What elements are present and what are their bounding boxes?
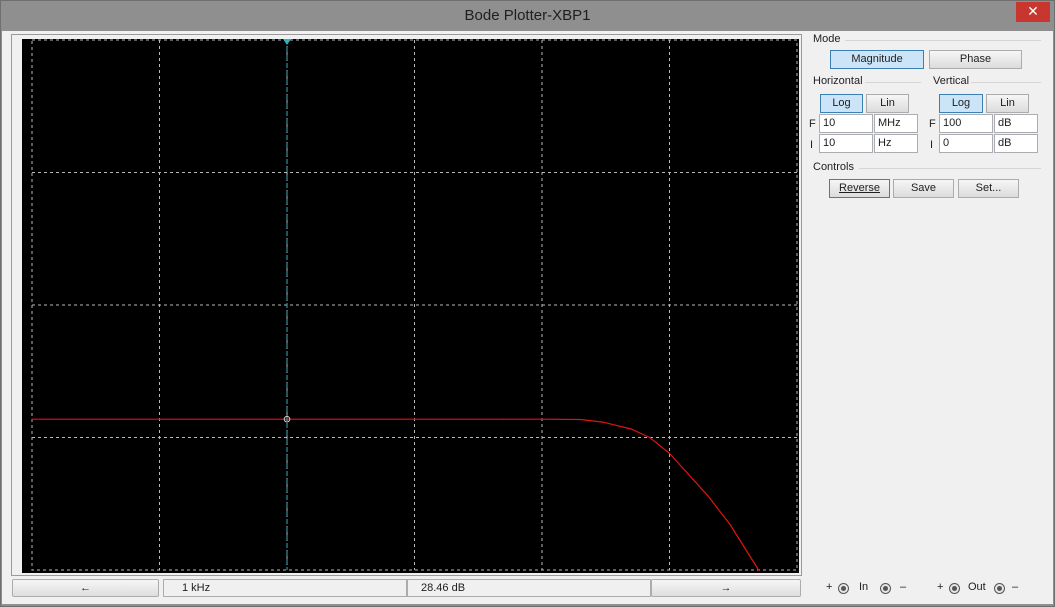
frequency-readout: 1 kHz [163,579,407,597]
mode-group-label: Mode [813,33,841,45]
client-area: ← 1 kHz 28.46 dB → Mode Magnitude Phase … [2,31,1053,604]
horizontal-final-input[interactable]: 10 [819,114,873,133]
horizontal-group-label: Horizontal [813,75,863,87]
in-minus-terminal[interactable] [880,583,891,594]
horizontal-lin-button[interactable]: Lin [866,94,909,113]
data-point [649,436,651,439]
in-label: In [859,581,869,593]
data-point [503,418,505,420]
horizontal-log-button[interactable]: Log [820,94,863,113]
settings-panel: Mode Magnitude Phase Horizontal Vertical… [805,33,1043,199]
window-title: Bode Plotter-XBP1 [464,7,591,24]
data-point [668,452,671,454]
magnitude-trace [32,418,760,571]
out-label: Out [968,581,986,593]
vertical-log-button[interactable]: Log [939,94,983,113]
plot-frame [11,34,802,576]
vertical-final-input[interactable]: 100 [939,114,993,133]
in-minus-label: – [900,581,907,593]
out-minus-terminal[interactable] [994,583,1005,594]
data-point [602,421,604,423]
mode-separator [845,40,1041,41]
close-button[interactable]: ✕ [1016,2,1050,22]
vertical-initial-unit[interactable]: dB [994,134,1038,153]
data-point [541,418,543,420]
vertical-initial-label: I [930,139,934,151]
phase-button[interactable]: Phase [929,50,1022,69]
horizontal-final-unit[interactable]: MHz [874,114,918,133]
data-point [158,418,161,420]
horizontal-initial-unit[interactable]: Hz [874,134,918,153]
data-point [630,428,632,430]
title-bar[interactable]: Bode Plotter-XBP1 ✕ [1,1,1054,31]
vertical-group-label: Vertical [933,75,970,87]
vertical-initial-input[interactable]: 0 [939,134,993,153]
set-button[interactable]: Set... [958,179,1019,198]
vertical-lin-button[interactable]: Lin [986,94,1029,113]
cursor-handle-icon [283,39,291,45]
data-point [758,569,760,571]
arrow-right-icon: → [720,582,732,594]
bode-plot-screen[interactable] [22,39,799,573]
vertical-final-unit[interactable]: dB [994,114,1038,133]
reverse-button[interactable]: Reverse [829,179,890,198]
cursor-right-button[interactable]: → [651,579,801,597]
bode-plot-svg [31,39,798,571]
controls-separator [859,168,1041,169]
data-point [413,418,416,420]
data-point [707,495,709,497]
magnitude-readout: 28.46 dB [407,579,651,597]
readout-bar: ← 1 kHz 28.46 dB → [11,579,802,597]
out-plus-terminal[interactable] [949,583,960,594]
in-plus-label: + [826,581,833,593]
magnitude-button[interactable]: Magnitude [830,50,924,69]
save-button[interactable]: Save [893,179,954,198]
data-point [729,524,731,526]
horizontal-initial-label: I [810,139,814,151]
data-point [579,418,581,421]
out-minus-label: – [1012,581,1019,593]
out-plus-label: + [937,581,944,593]
bode-plotter-window: Bode Plotter-XBP1 ✕ ← 1 kHz 28.46 dB → M… [0,0,1055,607]
data-point [31,418,33,420]
close-icon: ✕ [1027,4,1039,20]
in-plus-terminal[interactable] [838,583,849,594]
vertical-separator [971,82,1041,83]
cursor-left-button[interactable]: ← [12,579,159,597]
horizontal-initial-input[interactable]: 10 [819,134,873,153]
arrow-left-icon: ← [80,582,91,594]
horizontal-final-label: F [809,118,816,130]
horizontal-separator [865,82,921,83]
vertical-final-label: F [929,118,936,130]
controls-group-label: Controls [813,161,854,173]
